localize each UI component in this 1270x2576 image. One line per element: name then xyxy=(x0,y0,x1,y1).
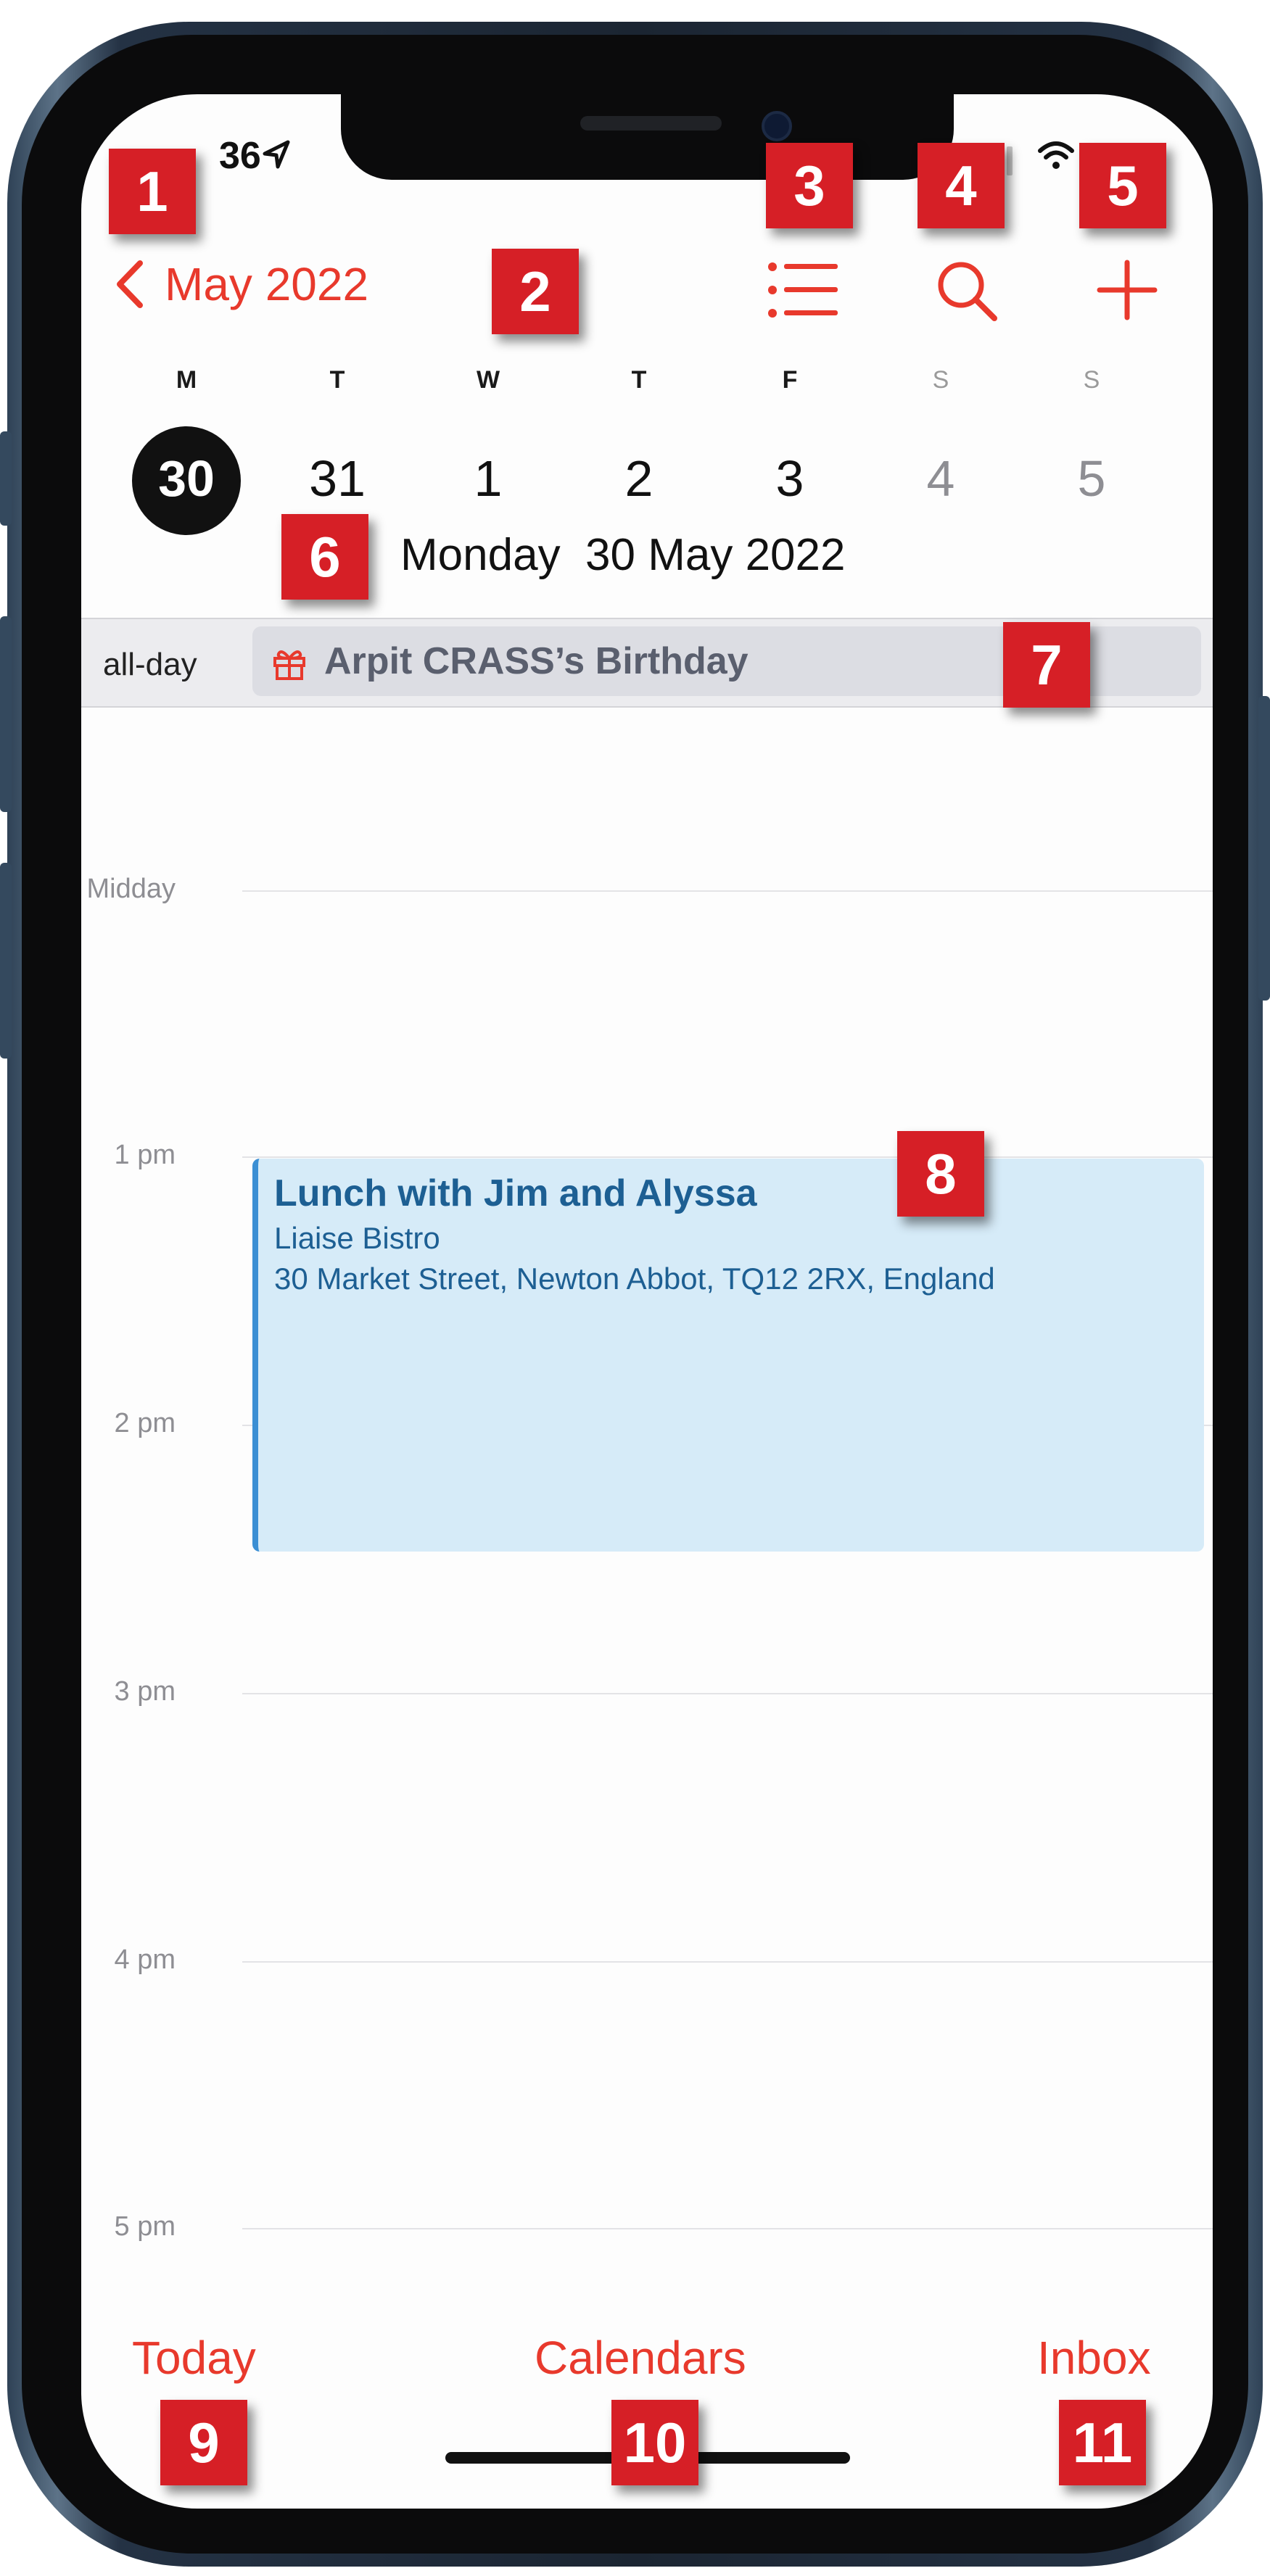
marker-5: 5 xyxy=(1079,143,1166,228)
weekday-letter: T xyxy=(329,366,345,394)
hour-line xyxy=(242,1156,1213,1158)
marker-6: 6 xyxy=(281,514,368,600)
date-button[interactable]: 1 xyxy=(434,450,543,508)
chevron-left-icon xyxy=(117,260,143,308)
wifi-icon xyxy=(1038,141,1074,169)
mute-switch xyxy=(0,431,12,526)
notch xyxy=(341,86,954,180)
screen: 36 May 2022 M T W T F S S 30 31 1 2 3 4 xyxy=(81,94,1213,2509)
date-selected[interactable]: 30 xyxy=(132,450,241,508)
weekday-letter: F xyxy=(782,366,798,394)
marker-7: 7 xyxy=(1003,622,1090,708)
date-button[interactable]: 31 xyxy=(283,450,392,508)
power-button xyxy=(1258,696,1270,1001)
today-button[interactable]: Today xyxy=(132,2331,256,2385)
selected-day-label: Monday 30 May 2022 xyxy=(400,530,846,580)
marker-4: 4 xyxy=(918,143,1005,228)
weekday-letter: T xyxy=(631,366,647,394)
marker-3: 3 xyxy=(766,143,853,228)
marker-8: 8 xyxy=(897,1131,984,1217)
list-icon[interactable] xyxy=(767,260,839,320)
date-button[interactable]: 4 xyxy=(886,450,995,508)
hour-label: 3 pm xyxy=(114,1676,176,1707)
search-icon[interactable] xyxy=(933,257,999,323)
signal-icon xyxy=(1007,146,1013,175)
event-location: Liaise Bistro xyxy=(274,1221,440,1255)
volume-up-button xyxy=(0,616,12,812)
volume-down-button xyxy=(0,863,12,1059)
date-button[interactable]: 2 xyxy=(585,450,693,508)
hour-line xyxy=(242,1693,1213,1694)
weekday-letter: W xyxy=(476,366,500,394)
hour-label: 2 pm xyxy=(114,1408,176,1438)
inbox-button[interactable]: Inbox xyxy=(1037,2331,1151,2385)
location-arrow-icon xyxy=(263,140,290,169)
birthday-title: Arpit CRASS’s Birthday xyxy=(324,640,749,682)
weekday-letter: S xyxy=(1083,366,1100,394)
marker-10: 10 xyxy=(611,2400,698,2485)
gift-icon xyxy=(273,650,305,680)
marker-11: 11 xyxy=(1059,2400,1146,2485)
event-address: 30 Market Street, Newton Abbot, TQ12 2RX… xyxy=(274,1262,995,1296)
event-title: Lunch with Jim and Alyssa xyxy=(274,1172,757,1214)
weekday-letter: S xyxy=(932,366,949,394)
date-button[interactable]: 5 xyxy=(1037,450,1146,508)
hour-line xyxy=(242,1961,1213,1963)
speaker-grille xyxy=(580,116,722,131)
status-time: 36 xyxy=(219,135,261,177)
plus-icon[interactable] xyxy=(1097,260,1158,320)
hour-label: 4 pm xyxy=(114,1945,176,1975)
calendars-button[interactable]: Calendars xyxy=(535,2331,746,2385)
front-camera xyxy=(762,111,792,141)
hour-label: Midday xyxy=(86,874,176,904)
all-day-label: all-day xyxy=(103,647,197,682)
back-to-month-button[interactable]: May 2022 xyxy=(114,257,368,311)
hour-line xyxy=(242,2228,1213,2229)
hour-label: 1 pm xyxy=(114,1140,176,1170)
date-button[interactable]: 3 xyxy=(735,450,844,508)
weekday-letter: M xyxy=(176,366,197,394)
marker-1: 1 xyxy=(109,149,196,234)
marker-2: 2 xyxy=(492,249,579,334)
hour-line xyxy=(242,890,1213,892)
marker-9: 9 xyxy=(160,2400,247,2485)
lunch-event[interactable]: Lunch with Jim and Alyssa Liaise Bistro … xyxy=(252,1159,1204,1552)
hour-label: 5 pm xyxy=(114,2211,176,2242)
month-label: May 2022 xyxy=(165,258,369,310)
